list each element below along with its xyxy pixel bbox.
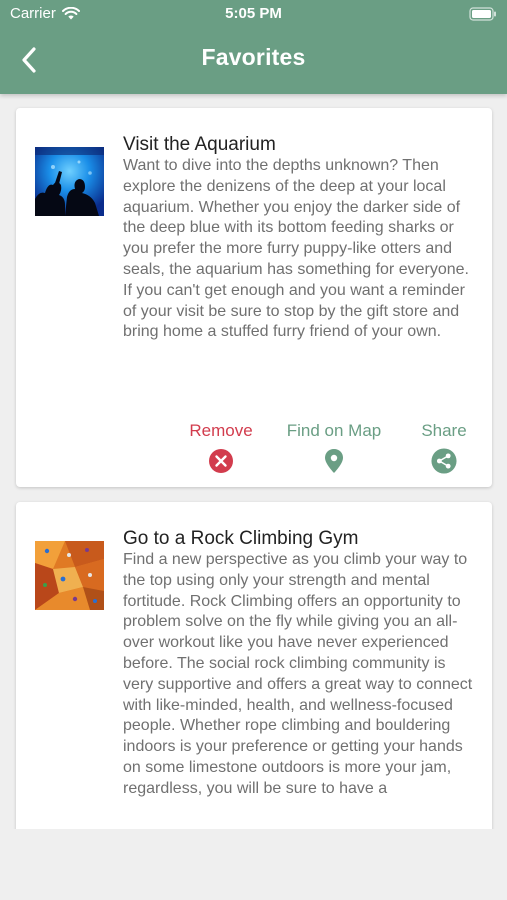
card-description: Find a new perspective as you climb your… bbox=[123, 551, 473, 797]
favorites-screen: Carrier 5:05 PM Favorites Visit the Aqua… bbox=[0, 0, 507, 900]
status-time: 5:05 PM bbox=[225, 5, 282, 22]
map-pin-icon bbox=[321, 448, 347, 474]
navigation-bar: Favorites bbox=[0, 30, 507, 90]
climbing-wall-photo bbox=[35, 541, 104, 610]
find-on-map-button[interactable]: Find on Map bbox=[282, 420, 386, 474]
card-description: Want to dive into the depths unknown? Th… bbox=[123, 157, 469, 341]
battery-icon bbox=[469, 7, 497, 25]
header: Carrier 5:05 PM Favorites bbox=[0, 0, 507, 94]
share-icon bbox=[431, 448, 457, 474]
card-actions: Remove Find on Map Share bbox=[16, 420, 492, 480]
favorites-list[interactable]: Visit the Aquarium Want to dive into the… bbox=[0, 94, 507, 829]
remove-label: Remove bbox=[189, 421, 253, 440]
remove-button[interactable]: Remove bbox=[186, 420, 256, 474]
favorite-card: Visit the Aquarium Want to dive into the… bbox=[16, 108, 492, 487]
share-button[interactable]: Share bbox=[416, 420, 472, 474]
page-title: Favorites bbox=[201, 44, 306, 70]
status-bar: Carrier 5:05 PM bbox=[0, 0, 507, 30]
card-title: Visit the Aquarium bbox=[123, 134, 276, 155]
share-label: Share bbox=[421, 421, 467, 440]
favorite-card: Go to a Rock Climbing Gym Find a new per… bbox=[16, 502, 492, 829]
card-title: Go to a Rock Climbing Gym bbox=[123, 528, 359, 549]
aquarium-photo bbox=[35, 147, 104, 216]
remove-circle-icon bbox=[208, 448, 234, 474]
find-on-map-label: Find on Map bbox=[286, 421, 382, 440]
